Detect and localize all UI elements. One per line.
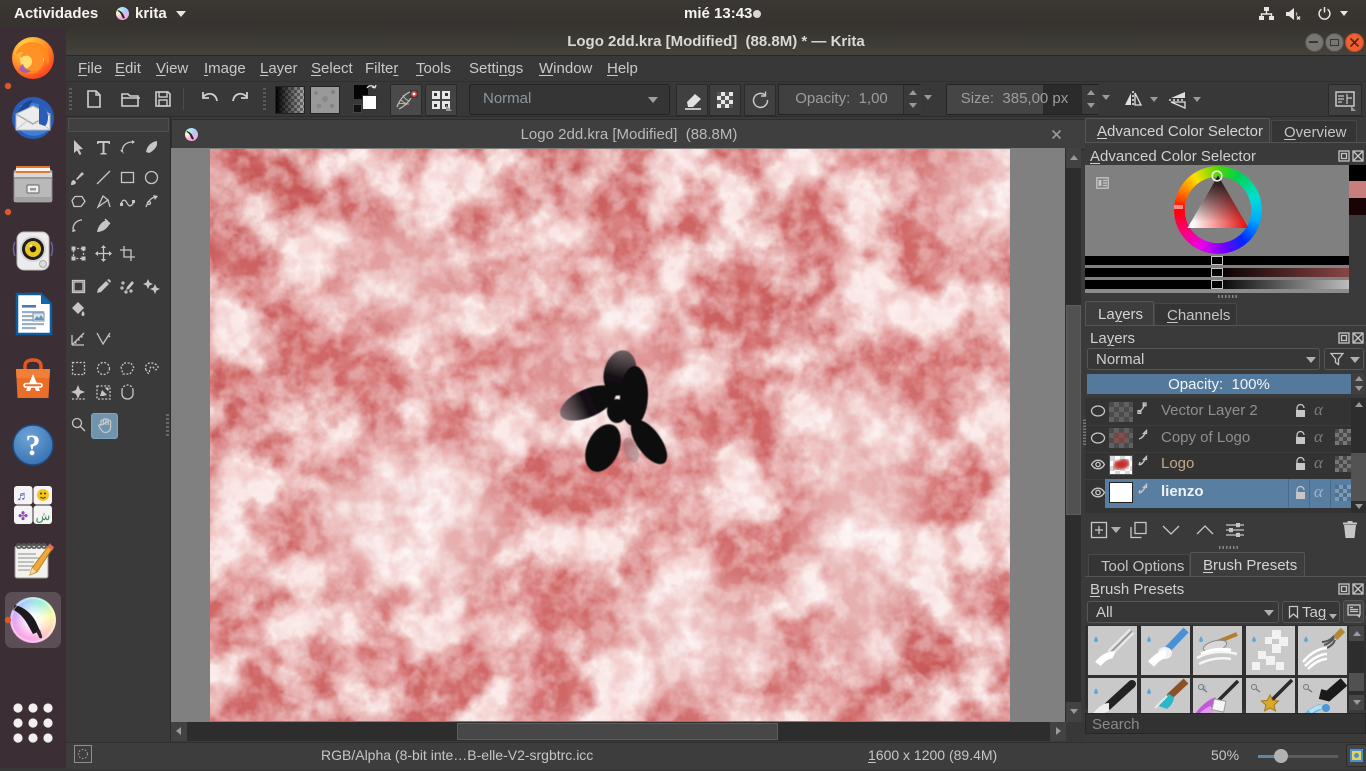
svg-text:ش: ش — [36, 509, 51, 523]
svg-text:?: ? — [26, 429, 41, 462]
svg-text:♬: ♬ — [17, 488, 30, 503]
svg-text:✤: ✤ — [18, 509, 28, 523]
